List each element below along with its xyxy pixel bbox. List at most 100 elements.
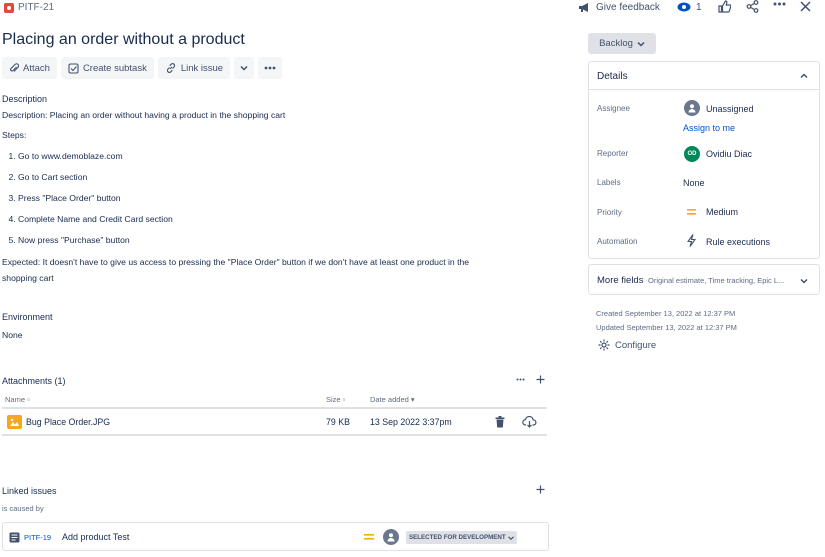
issue-title[interactable]: Placing an order without a product — [2, 31, 245, 49]
linked-issue-key[interactable]: PITF-19 — [24, 533, 51, 542]
size-column-label: Size — [326, 395, 341, 404]
configure-label: Configure — [615, 339, 657, 351]
expected-line: shopping cart — [2, 273, 54, 283]
linked-issue-summary[interactable]: Add product Test — [62, 532, 129, 542]
steps-heading: Steps: — [2, 130, 27, 140]
assignee-avatar-icon — [383, 529, 399, 545]
assignee-value[interactable]: Unassigned — [706, 104, 754, 114]
link-issue-dropdown[interactable] — [234, 57, 255, 79]
create-subtask-label: Create subtask — [82, 62, 147, 74]
more-fields-label: More fields — [597, 275, 644, 286]
name-column-header[interactable]: Name ▫ — [5, 395, 30, 404]
story-icon — [9, 532, 20, 543]
description-heading: Description — [2, 94, 48, 104]
more-icon — [264, 66, 276, 70]
assign-to-me-link[interactable]: Assign to me — [683, 123, 735, 133]
step-item: Complete Name and Credit Card section — [18, 214, 542, 224]
attachments-header: Name ▫ Size ▫ Date added ▾ — [2, 393, 547, 407]
labels-value[interactable]: None — [683, 178, 705, 188]
reporter-label: Reporter — [597, 149, 629, 158]
watch-count: 1 — [696, 1, 702, 13]
updated-date: Updated September 13, 2022 at 12:37 PM — [596, 323, 737, 332]
steps-list: Go to www.demoblaze.com Go to Cart secti… — [2, 151, 542, 245]
more-actions-icon[interactable] — [773, 2, 786, 6]
linked-issues-heading: Linked issues — [2, 486, 57, 496]
priority-label: Priority — [597, 208, 622, 217]
step-item: Now press "Purchase" button — [18, 235, 542, 245]
add-attachment-icon[interactable] — [536, 375, 545, 384]
watch-button[interactable]: 1 — [677, 0, 702, 14]
expected-text: Expected: It doesn't have to give us acc… — [2, 254, 542, 286]
description-body[interactable]: Description: Placing an order without ha… — [2, 110, 542, 286]
give-feedback-button[interactable]: Give feedback — [578, 0, 660, 14]
status-button[interactable]: Backlog — [588, 33, 656, 54]
file-date: 13 Sep 2022 3:37pm — [370, 417, 452, 427]
status-button-label: Backlog — [599, 38, 633, 49]
file-name[interactable]: Bug Place Order.JPG — [26, 417, 110, 427]
automation-label: Automation — [597, 237, 638, 246]
status-lozenge-label: SELECTED FOR DEVELOPMENT — [409, 534, 506, 541]
unassigned-avatar-icon — [684, 100, 700, 116]
link-icon — [165, 62, 177, 74]
attachments-table: Name ▫ Size ▫ Date added ▾ Bug Place Ord… — [2, 393, 547, 436]
status-lozenge[interactable]: SELECTED FOR DEVELOPMENT — [406, 531, 517, 544]
chevron-down-icon — [240, 65, 248, 71]
breadcrumb: PITF-21 — [4, 2, 54, 13]
link-issue-label: Link issue — [180, 62, 224, 74]
environment-heading: Environment — [2, 312, 53, 322]
file-size: 79 KB — [326, 417, 350, 427]
attachments-heading: Attachments (1) — [2, 376, 66, 386]
gear-icon — [598, 339, 610, 351]
linked-issue-card[interactable]: PITF-19 Add product Test SELECTED FOR DE… — [2, 522, 549, 551]
reporter-initials: OD — [687, 151, 697, 157]
paperclip-icon — [9, 62, 19, 74]
chevron-up-icon — [800, 73, 808, 79]
date-column-header[interactable]: Date added ▾ — [370, 395, 415, 404]
give-feedback-label: Give feedback — [596, 1, 660, 13]
toolbar-more-button[interactable] — [258, 57, 283, 79]
table-row[interactable]: Bug Place Order.JPG 79 KB 13 Sep 2022 3:… — [2, 407, 547, 436]
thumbs-up-icon[interactable] — [718, 0, 731, 13]
image-thumbnail-icon — [7, 415, 22, 429]
details-heading: Details — [597, 71, 628, 82]
cloud-download-icon[interactable] — [522, 416, 537, 428]
create-subtask-button[interactable]: Create subtask — [60, 57, 154, 79]
priority-value[interactable]: Medium — [706, 207, 738, 217]
eye-icon — [677, 2, 691, 12]
share-icon[interactable] — [746, 0, 759, 13]
priority-medium-icon — [364, 533, 374, 541]
configure-button[interactable]: Configure — [598, 339, 656, 351]
link-issue-button[interactable]: Link issue — [157, 57, 231, 79]
more-fields-panel[interactable]: More fields Original estimate, Time trac… — [588, 264, 820, 295]
reporter-avatar: OD — [684, 146, 700, 162]
trash-icon[interactable] — [495, 416, 505, 428]
created-date: Created September 13, 2022 at 12:37 PM — [596, 309, 736, 318]
details-panel: Details Assignee Unassigned Assign to me… — [588, 61, 820, 259]
attach-label: Attach — [23, 62, 50, 74]
priority-medium-icon — [687, 208, 696, 216]
link-relation-label: is caused by — [2, 504, 44, 513]
attachments-more-icon[interactable] — [516, 378, 525, 381]
issue-key-link[interactable]: PITF-21 — [18, 2, 54, 13]
expected-line: Expected: It doesn't have to give us acc… — [2, 257, 470, 267]
environment-value[interactable]: None — [2, 330, 23, 340]
bug-icon — [4, 2, 14, 13]
step-item: Go to www.demoblaze.com — [18, 151, 542, 161]
chevron-down-icon — [507, 535, 514, 540]
labels-label: Labels — [597, 178, 621, 187]
details-header[interactable]: Details — [589, 62, 819, 90]
attach-button[interactable]: Attach — [2, 57, 57, 79]
lightning-icon — [687, 234, 696, 247]
close-icon[interactable] — [800, 1, 811, 12]
step-item: Press "Place Order" button — [18, 193, 542, 203]
size-column-header[interactable]: Size ▫ — [326, 395, 345, 404]
more-fields-hint: Original estimate, Time tracking, Epic L… — [648, 276, 785, 285]
add-linked-issue-icon[interactable] — [536, 485, 545, 494]
reporter-value[interactable]: Ovidiu Diac — [706, 149, 752, 159]
megaphone-icon — [578, 2, 591, 13]
step-item: Go to Cart section — [18, 172, 542, 182]
description-text: Description: Placing an order without ha… — [2, 110, 286, 120]
automation-value[interactable]: Rule executions — [706, 237, 770, 247]
date-column-label: Date added — [370, 395, 409, 404]
name-column-label: Name — [5, 395, 26, 404]
